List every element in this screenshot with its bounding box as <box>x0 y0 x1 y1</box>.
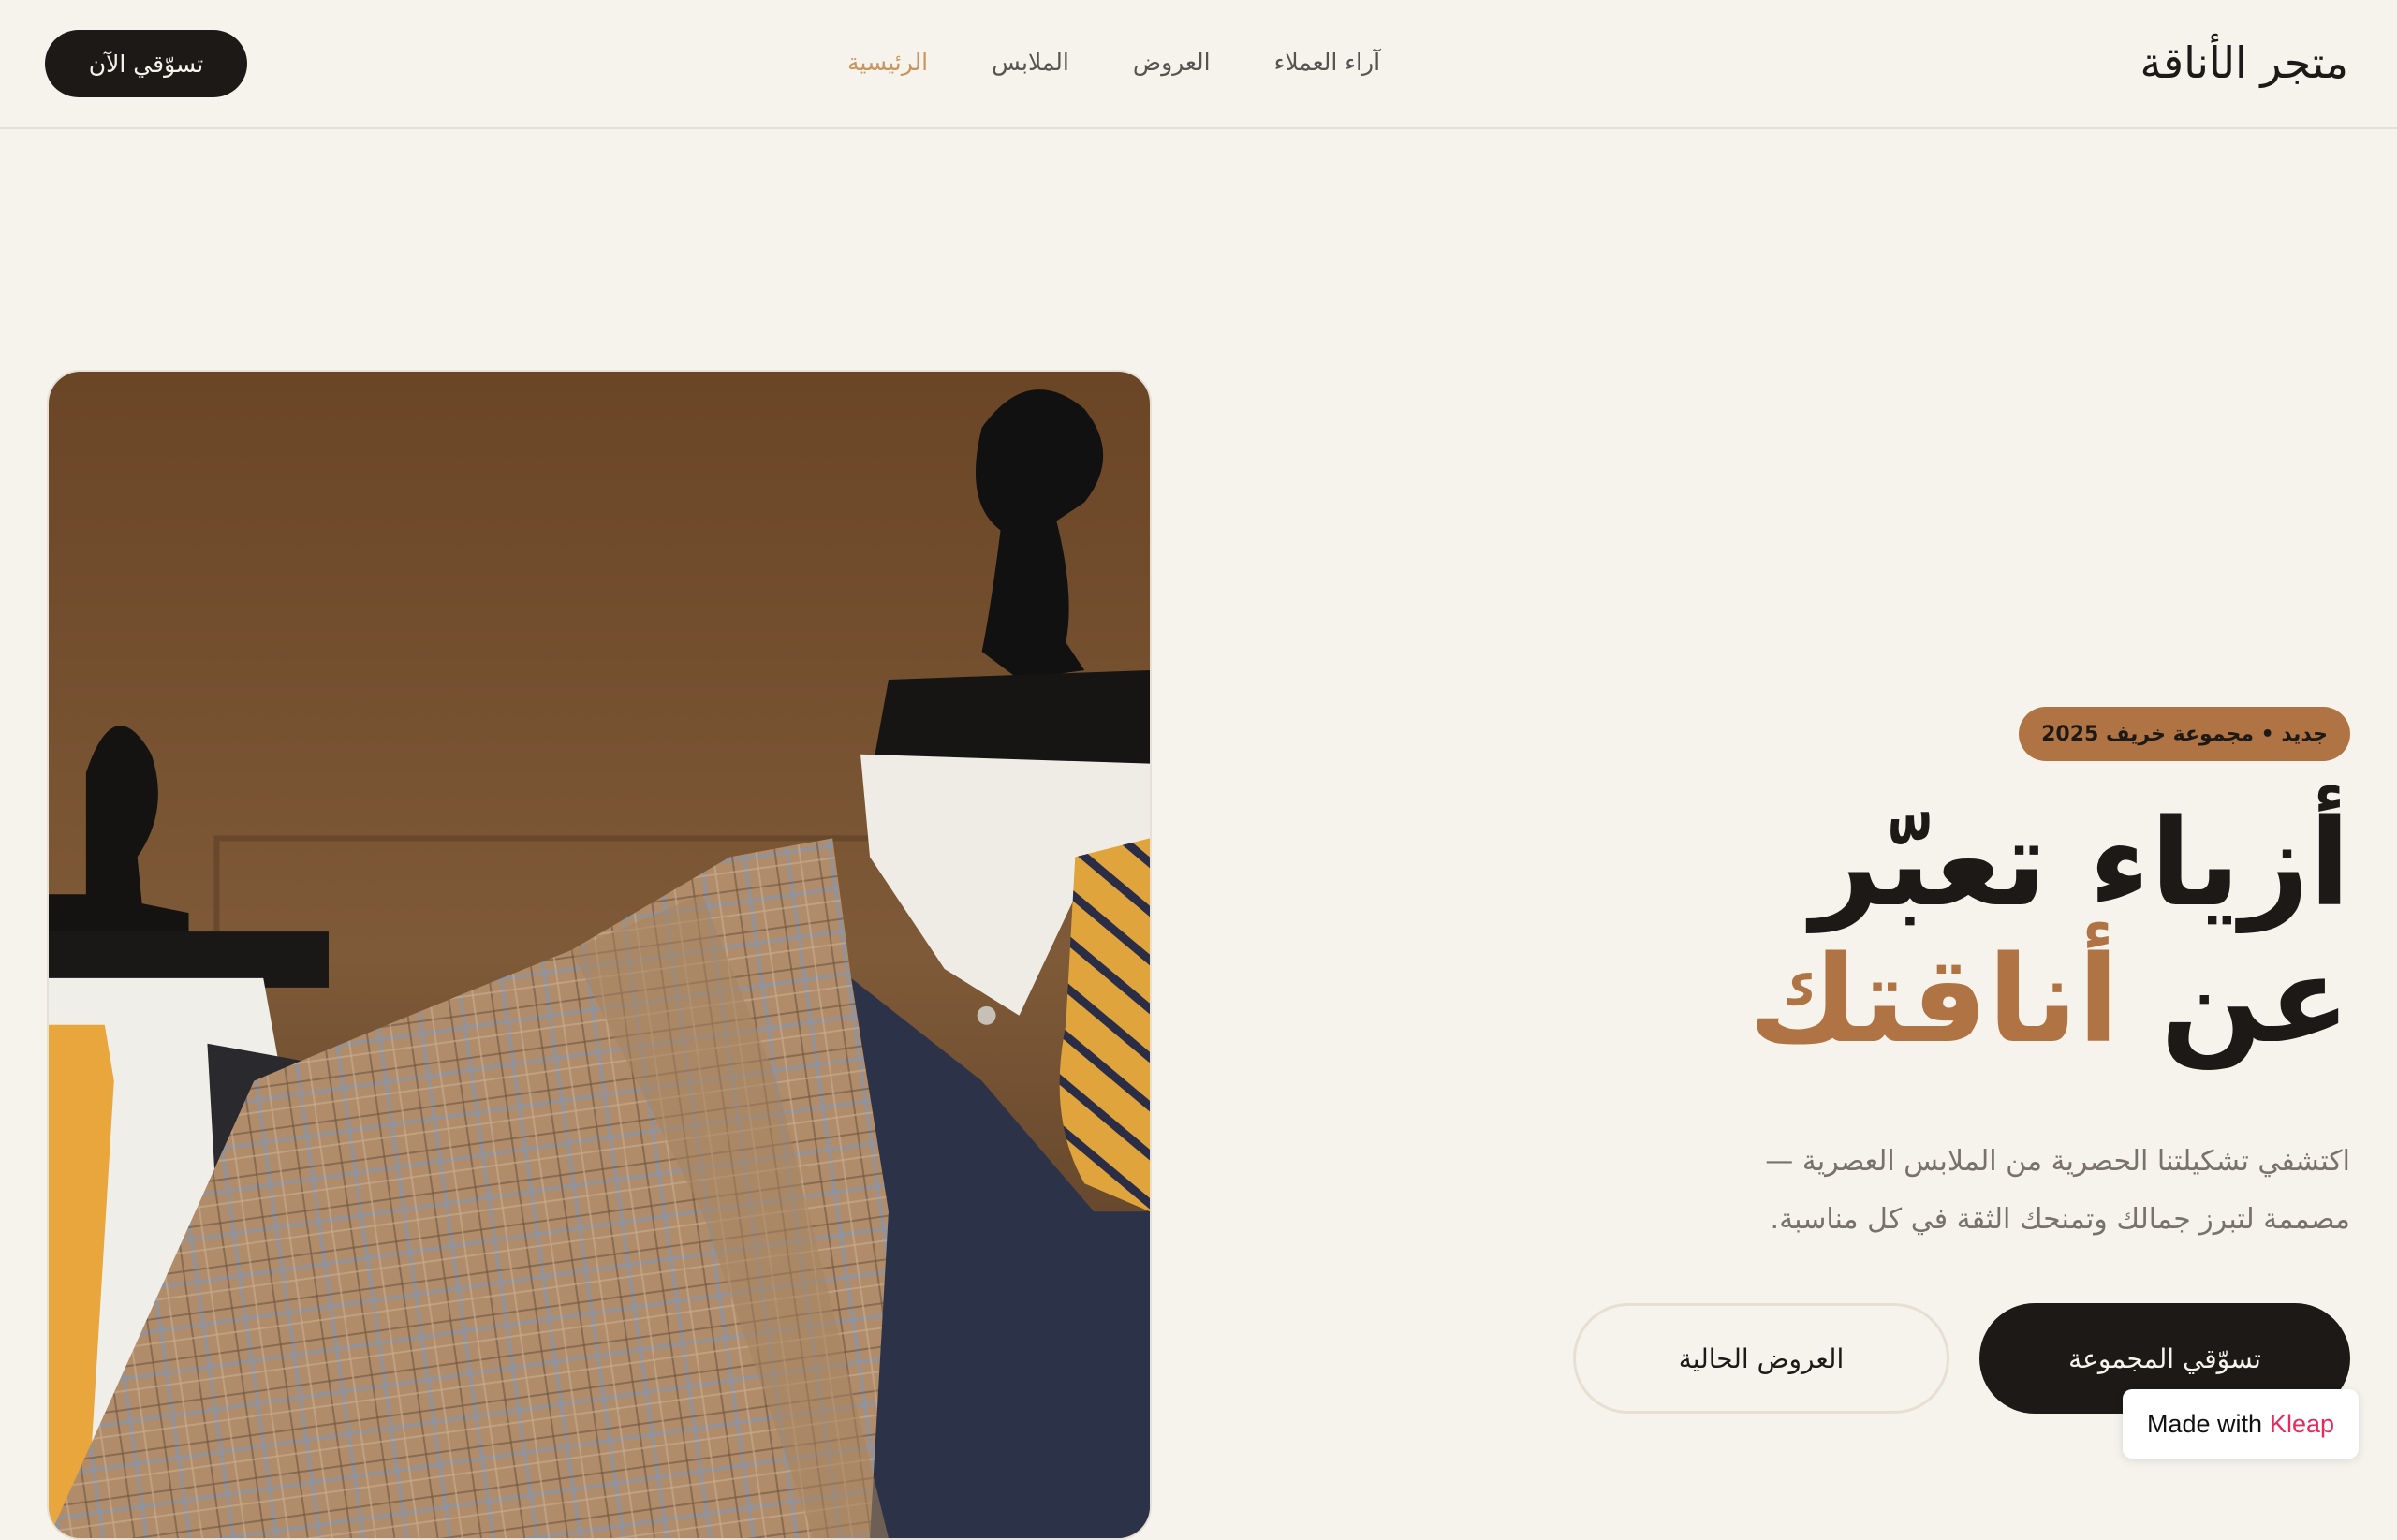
hero-subtitle: اكتشفي تشكيلتنا الحصرية من الملابس العصر… <box>1433 1133 2350 1249</box>
new-collection-badge: جديد • مجموعة خريف 2025 <box>2019 707 2350 761</box>
nav-item-offers[interactable]: العروض <box>1133 49 1211 76</box>
hero-image <box>47 370 1152 1540</box>
subtitle-line-2: مصممة لتبرز جمالك وتمنحك الثقة في كل منا… <box>1770 1203 2350 1236</box>
hero-headline: أزياء تعبّر عن أناقتك <box>1414 796 2350 1069</box>
kleap-brand: Kleap <box>2270 1409 2335 1438</box>
nav-item-home[interactable]: الرئيسية <box>847 49 928 76</box>
subtitle-line-1: اكتشفي تشكيلتنا الحصرية من الملابس العصر… <box>1765 1145 2350 1178</box>
headline-line-2-prefix: عن <box>2118 931 2350 1070</box>
headline-accent: أناقتك <box>1748 931 2119 1070</box>
nav-item-clothing[interactable]: الملابس <box>992 49 1069 76</box>
made-with-kleap-badge[interactable]: Made with Kleap <box>2123 1389 2359 1459</box>
made-with-label: Made with <box>2146 1409 2262 1438</box>
mannequins-photo <box>49 372 1150 1538</box>
nav-item-reviews[interactable]: آراء العملاء <box>1274 49 1380 76</box>
main-nav: الرئيسية الملابس العروض آراء العملاء <box>847 49 1380 76</box>
current-offers-button[interactable]: العروض الحالية <box>1573 1303 1949 1414</box>
headline-line-1: أزياء تعبّر <box>1811 794 2350 933</box>
site-logo[interactable]: متجر الأناقة <box>2140 37 2349 88</box>
shop-now-button[interactable]: تسوّقي الآن <box>45 30 247 97</box>
site-header: متجر الأناقة الرئيسية الملابس العروض آرا… <box>0 0 2397 129</box>
